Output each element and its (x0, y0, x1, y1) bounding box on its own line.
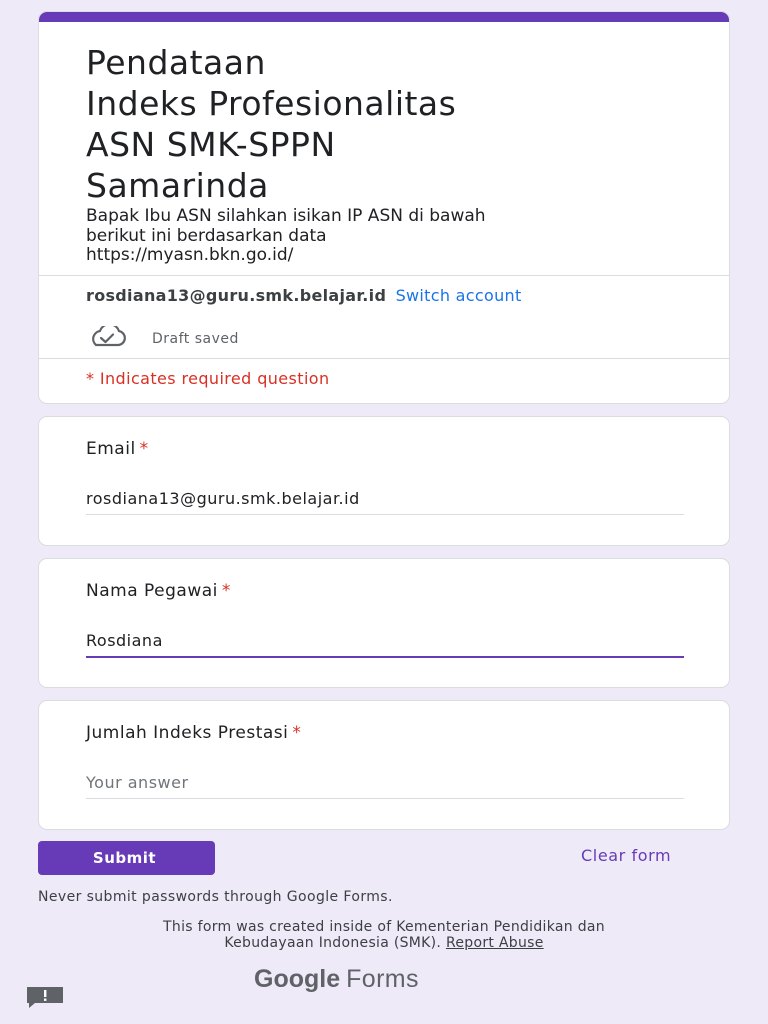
jumlah-indeks-prestasi-input-underline (86, 798, 684, 799)
draft-status-text: Draft saved (152, 331, 239, 347)
form-origin-line-1: This form was created inside of Kementer… (163, 919, 605, 935)
required-question-note: * Indicates required question (86, 369, 330, 388)
form-description: Bapak Ibu ASN silahkan isikan IP ASN di … (86, 206, 486, 265)
cloud-check-icon (86, 323, 128, 352)
question-email-card: Email * rosdiana13@guru.smk.belajar.id (38, 416, 730, 546)
jumlah-indeks-prestasi-input[interactable]: Your answer (86, 773, 189, 792)
question-label-text: Email (86, 439, 136, 459)
brand-google: Google (254, 965, 341, 993)
report-abuse-link[interactable]: Report Abuse (446, 935, 544, 951)
form-origin-line-2: Kebudayaan Indonesia (SMK). Report Abuse (64, 934, 704, 952)
google-forms-logo[interactable]: Google Forms (254, 965, 419, 994)
required-star: * (221, 581, 231, 601)
form-header-card: Pendataan Indeks Profesionalitas ASN SMK… (38, 11, 730, 404)
form-origin-line-2-text: Kebudayaan Indonesia (SMK). (224, 934, 442, 951)
header-divider-2 (39, 358, 729, 359)
nama-pegawai-input-underline (86, 656, 684, 658)
question-nama-pegawai-label: Nama Pegawai * (86, 581, 231, 601)
question-nama-pegawai-card: Nama Pegawai * Rosdiana (38, 558, 730, 688)
question-jumlah-indeks-prestasi-card: Jumlah Indeks Prestasi * Your answer (38, 700, 730, 830)
feedback-icon[interactable] (25, 985, 65, 1009)
switch-account-link[interactable]: Switch account (396, 286, 522, 305)
email-input[interactable]: rosdiana13@guru.smk.belajar.id (86, 489, 360, 508)
header-accent-bar (39, 12, 729, 22)
account-email: rosdiana13@guru.smk.belajar.id (86, 286, 387, 305)
form-title: Pendataan Indeks Profesionalitas ASN SMK… (86, 43, 457, 205)
nama-pegawai-input[interactable]: Rosdiana (86, 631, 163, 650)
password-warning: Never submit passwords through Google Fo… (38, 889, 393, 905)
account-row: rosdiana13@guru.smk.belajar.id Switch ac… (86, 286, 522, 305)
clear-form-button[interactable]: Clear form (581, 846, 671, 865)
question-label-text: Nama Pegawai (86, 581, 218, 601)
submit-button[interactable]: Submit (38, 841, 215, 875)
header-divider (39, 275, 729, 276)
question-email-label: Email * (86, 439, 149, 459)
draft-status-row: Draft saved (86, 323, 239, 352)
form-origin-note: This form was created inside of Kementer… (64, 919, 704, 952)
required-star: * (292, 723, 302, 743)
question-jumlah-indeks-prestasi-label: Jumlah Indeks Prestasi * (86, 723, 301, 743)
email-input-underline (86, 514, 684, 515)
question-label-text: Jumlah Indeks Prestasi (86, 723, 289, 743)
required-star: * (139, 439, 149, 459)
brand-forms: Forms (346, 965, 419, 993)
